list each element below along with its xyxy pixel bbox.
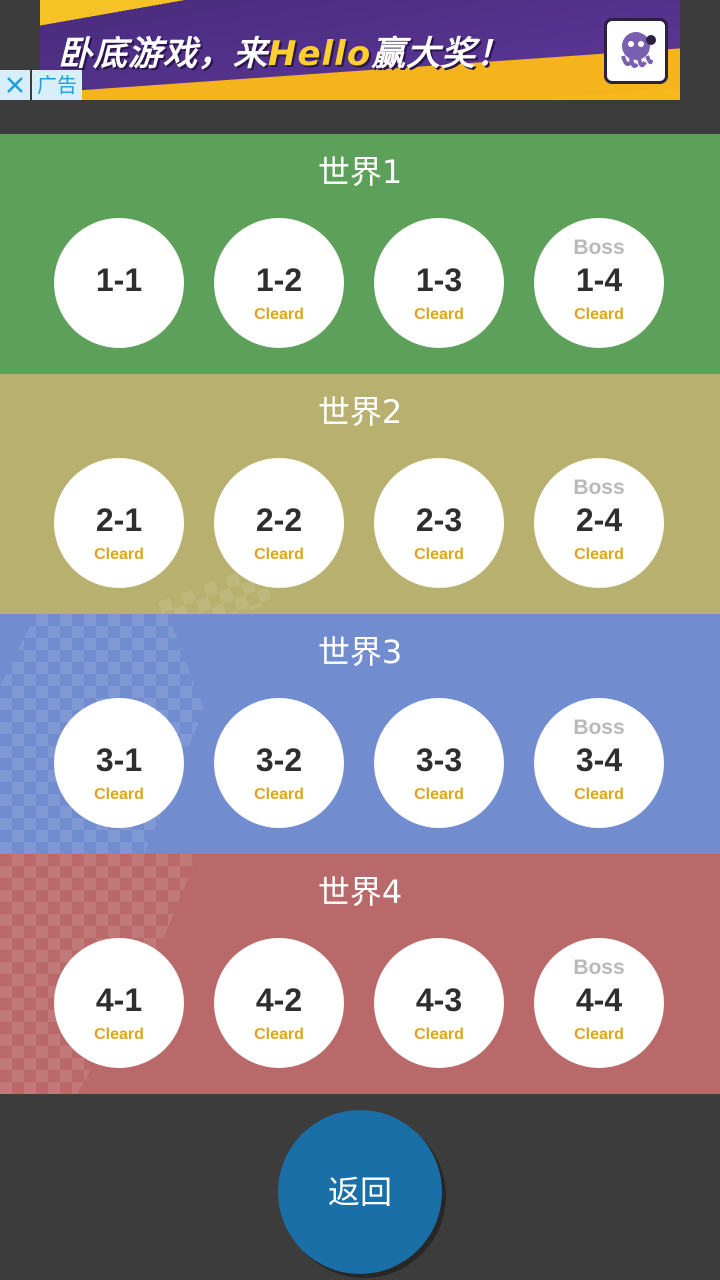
world-title: 世界3 — [317, 633, 403, 671]
level-number: 2-2 — [255, 502, 303, 538]
boss-label: Boss — [573, 236, 625, 259]
level-number: 1-2 — [255, 262, 303, 298]
level-button-2-1[interactable]: 2-1 Cleard — [54, 458, 184, 588]
world-2-section: 世界2 2-1 Cleard 2-2 Cleard 2-3 Cleard Bos… — [0, 374, 720, 614]
level-number: 3-3 — [415, 742, 463, 778]
level-number: 3-1 — [95, 742, 143, 778]
world-title: 世界1 — [317, 153, 403, 191]
level-number: 1-3 — [415, 262, 463, 298]
world-title: 世界2 — [317, 393, 403, 431]
level-button-1-2[interactable]: 1-2 Cleard — [214, 218, 344, 348]
level-number: 4-3 — [415, 982, 463, 1018]
ad-banner[interactable]: 卧底游戏，来Hello赢大奖！ — [40, 0, 680, 100]
level-button-3-4[interactable]: Boss 3-4 Cleard — [534, 698, 664, 828]
level-button-2-2[interactable]: 2-2 Cleard — [214, 458, 344, 588]
level-status: Cleard — [94, 546, 144, 563]
level-button-4-2[interactable]: 4-2 Cleard — [214, 938, 344, 1068]
level-number: 3-4 — [575, 742, 623, 778]
level-row: 3-1 Cleard 3-2 Cleard 3-3 Cleard Boss 3-… — [0, 698, 720, 828]
level-row: 1-1 1-2 Cleard 1-3 Cleard Boss 1-4 Clear… — [0, 218, 720, 348]
ad-text-highlight: Hello — [268, 34, 372, 74]
world-1-section: 世界1 1-1 1-2 Cleard 1-3 Cleard Boss 1-4 C… — [0, 134, 720, 374]
level-button-4-3[interactable]: 4-3 Cleard — [374, 938, 504, 1068]
level-number: 4-4 — [575, 982, 623, 1018]
boss-label: Boss — [573, 716, 625, 739]
ad-area: 卧底游戏，来Hello赢大奖！ 广告 — [0, 0, 720, 100]
level-status: Cleard — [414, 306, 464, 323]
level-number: 4-2 — [255, 982, 303, 1018]
level-number: 1-1 — [95, 262, 143, 298]
level-status: Cleard — [254, 306, 304, 323]
octopus-logo-icon — [604, 18, 668, 84]
level-button-1-4[interactable]: Boss 1-4 Cleard — [534, 218, 664, 348]
level-status: Cleard — [414, 1026, 464, 1043]
level-number: 2-3 — [415, 502, 463, 538]
level-button-1-3[interactable]: 1-3 Cleard — [374, 218, 504, 348]
world-4-section: 世界4 4-1 Cleard 4-2 Cleard 4-3 Cleard Bos… — [0, 854, 720, 1094]
ad-text-suffix: 赢大奖！ — [371, 34, 512, 74]
level-row: 4-1 Cleard 4-2 Cleard 4-3 Cleard Boss 4-… — [0, 938, 720, 1068]
level-status: Cleard — [414, 786, 464, 803]
level-status: Cleard — [254, 1026, 304, 1043]
boss-label: Boss — [573, 476, 625, 499]
level-button-3-1[interactable]: 3-1 Cleard — [54, 698, 184, 828]
ad-text-prefix: 卧底游戏，来 — [58, 34, 268, 74]
ad-banner-text: 卧底游戏，来Hello赢大奖！ — [58, 26, 511, 75]
level-status: Cleard — [574, 786, 624, 803]
level-button-4-4[interactable]: Boss 4-4 Cleard — [534, 938, 664, 1068]
world-3-section: 世界3 3-1 Cleard 3-2 Cleard 3-3 Cleard Bos… — [0, 614, 720, 854]
level-number: 4-1 — [95, 982, 143, 1018]
boss-label: Boss — [573, 956, 625, 979]
level-number: 3-2 — [255, 742, 303, 778]
close-icon[interactable] — [0, 70, 30, 100]
level-status: Cleard — [574, 306, 624, 323]
level-status: Cleard — [574, 1026, 624, 1043]
level-status: Cleard — [94, 786, 144, 803]
level-number: 2-4 — [575, 502, 623, 538]
level-button-2-3[interactable]: 2-3 Cleard — [374, 458, 504, 588]
level-row: 2-1 Cleard 2-2 Cleard 2-3 Cleard Boss 2-… — [0, 458, 720, 588]
ad-tag: 广告 — [32, 70, 82, 100]
level-button-1-1[interactable]: 1-1 — [54, 218, 184, 348]
level-status: Cleard — [414, 546, 464, 563]
level-number: 2-1 — [95, 502, 143, 538]
level-button-2-4[interactable]: Boss 2-4 Cleard — [534, 458, 664, 588]
world-title: 世界4 — [317, 873, 403, 911]
level-button-3-3[interactable]: 3-3 Cleard — [374, 698, 504, 828]
level-number: 1-4 — [575, 262, 623, 298]
level-status: Cleard — [94, 1026, 144, 1043]
level-status: Cleard — [574, 546, 624, 563]
level-status: Cleard — [254, 786, 304, 803]
level-button-4-1[interactable]: 4-1 Cleard — [54, 938, 184, 1068]
back-button[interactable]: 返回 — [278, 1110, 442, 1274]
level-status: Cleard — [254, 546, 304, 563]
level-button-3-2[interactable]: 3-2 Cleard — [214, 698, 344, 828]
